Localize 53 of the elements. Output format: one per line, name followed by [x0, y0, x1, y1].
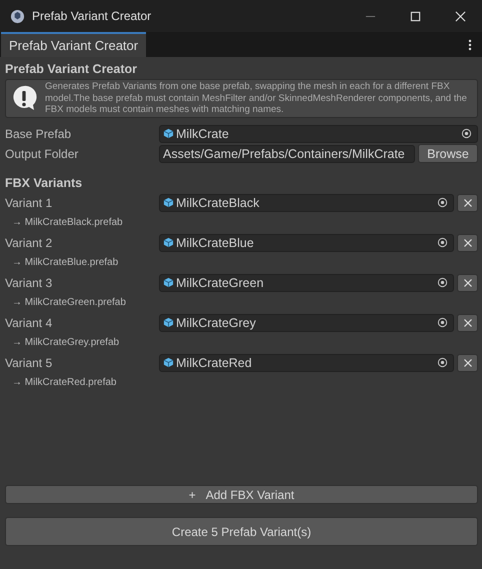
target-icon[interactable] — [437, 357, 448, 368]
help-text: Generates Prefab Variants from one base prefab, swapping the mesh in each for a different FBX model.The base prefab must contain MeshFilter and/or SkinnedMeshRenderer components, and the FBX models must contain meshes with matching names. — [45, 81, 468, 116]
cube-icon — [163, 277, 174, 288]
browse-button[interactable]: Browse — [418, 144, 478, 163]
object-field[interactable]: MilkCrate — [159, 124, 478, 142]
field-label: Variant 1 — [5, 196, 54, 210]
target-icon[interactable] — [437, 317, 448, 328]
field-label: Base Prefab — [5, 126, 72, 140]
remove-button[interactable] — [457, 354, 478, 372]
target-icon[interactable] — [437, 237, 448, 248]
remove-button[interactable] — [457, 314, 478, 332]
target-icon[interactable] — [437, 277, 448, 288]
field-label: Variant 5 — [5, 356, 54, 370]
cube-icon — [163, 197, 174, 208]
object-field[interactable]: MilkCrateRed — [159, 354, 454, 372]
remove-button[interactable] — [457, 274, 478, 292]
more-icon[interactable] — [468, 39, 472, 51]
create-button[interactable]: Create 5 Prefab Variant(s) — [5, 517, 478, 546]
close-icon — [462, 238, 472, 248]
close-icon — [462, 198, 472, 208]
close-icon — [462, 358, 472, 368]
cube-icon — [163, 128, 174, 139]
field-label: Variant 3 — [5, 276, 54, 290]
output-filename: → MilkCrateBlack.prefab — [11, 216, 124, 230]
cube-icon — [163, 357, 174, 368]
cube-icon — [163, 317, 174, 328]
object-field[interactable]: MilkCrateGreen — [159, 274, 454, 292]
close-icon[interactable] — [455, 10, 466, 22]
maximize-icon[interactable] — [410, 10, 421, 22]
section-heading: Prefab Variant Creator — [5, 61, 138, 78]
field-label: Variant 2 — [5, 236, 54, 250]
object-field[interactable]: MilkCrateBlack — [159, 194, 454, 212]
cube-icon — [163, 237, 174, 248]
app-icon — [10, 8, 25, 24]
section-heading: FBX Variants — [5, 174, 84, 192]
tab[interactable]: Prefab Variant Creator — [1, 32, 146, 57]
object-field[interactable]: MilkCrateGrey — [159, 314, 454, 332]
field-label: Variant 4 — [5, 316, 54, 330]
target-icon[interactable] — [437, 197, 448, 208]
output-filename: → MilkCrateGreen.prefab — [11, 296, 127, 310]
close-icon — [462, 278, 472, 288]
output-filename: → MilkCrateGrey.prefab — [11, 336, 120, 350]
text-field[interactable]: Assets/Game/Prefabs/Containers/MilkCrate — [159, 144, 415, 162]
field-label: Output Folder — [5, 146, 80, 160]
add-variant-button[interactable]: + Add FBX Variant — [5, 485, 478, 504]
target-icon[interactable] — [461, 128, 472, 139]
output-filename: → MilkCrateRed.prefab — [11, 376, 118, 390]
remove-button[interactable] — [457, 234, 478, 252]
remove-button[interactable] — [457, 194, 478, 212]
object-field[interactable]: MilkCrateBlue — [159, 234, 454, 252]
close-icon — [462, 318, 472, 328]
window-title: Prefab Variant Creator — [32, 9, 152, 23]
output-filename: → MilkCrateBlue.prefab — [11, 256, 120, 270]
